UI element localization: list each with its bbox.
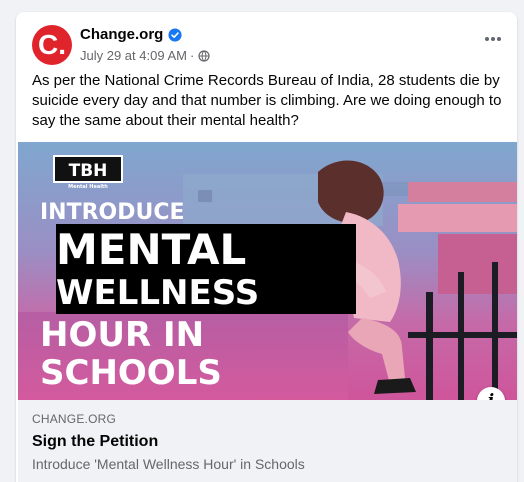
post-body: As per the National Crime Records Bureau…	[32, 72, 502, 129]
author-name[interactable]: Change.org	[80, 26, 163, 43]
image-line-5: SCHOOLS	[40, 353, 222, 393]
image-line-2: MENTAL	[56, 225, 246, 274]
link-preview-footer[interactable]: CHANGE.ORG Sign the Petition Introduce '…	[18, 400, 517, 482]
link-description: Introduce 'Mental Wellness Hour' in Scho…	[32, 456, 305, 472]
link-preview-image[interactable]: TBH Mental Health INTRODUCE MENTAL WELLN…	[18, 142, 517, 400]
post-header: C. Change.org July 29 at 4:09 AM ·	[16, 12, 517, 72]
image-line-1: INTRODUCE	[40, 200, 185, 225]
image-line-4: HOUR IN	[40, 315, 204, 355]
verified-badge-icon	[168, 27, 182, 42]
preview-artwork: TBH Mental Health INTRODUCE MENTAL WELLN…	[18, 142, 517, 400]
link-domain: CHANGE.ORG	[32, 412, 117, 426]
post-timestamp[interactable]: July 29 at 4:09 AM	[80, 48, 187, 63]
avatar[interactable]: C.	[32, 25, 72, 65]
post-meta: July 29 at 4:09 AM ·	[80, 48, 210, 63]
author-row: Change.org	[80, 26, 182, 43]
image-line-3: WELLNESS	[56, 273, 259, 313]
more-options-icon[interactable]	[483, 34, 503, 44]
avatar-logo: C.	[38, 29, 66, 60]
globe-icon[interactable]	[198, 49, 210, 62]
badge-text: TBH	[69, 161, 108, 181]
post-card: C. Change.org July 29 at 4:09 AM · As pe…	[16, 12, 517, 482]
badge-subtext: Mental Health	[68, 184, 108, 190]
link-title[interactable]: Sign the Petition	[32, 433, 158, 451]
meta-separator: ·	[189, 48, 195, 63]
